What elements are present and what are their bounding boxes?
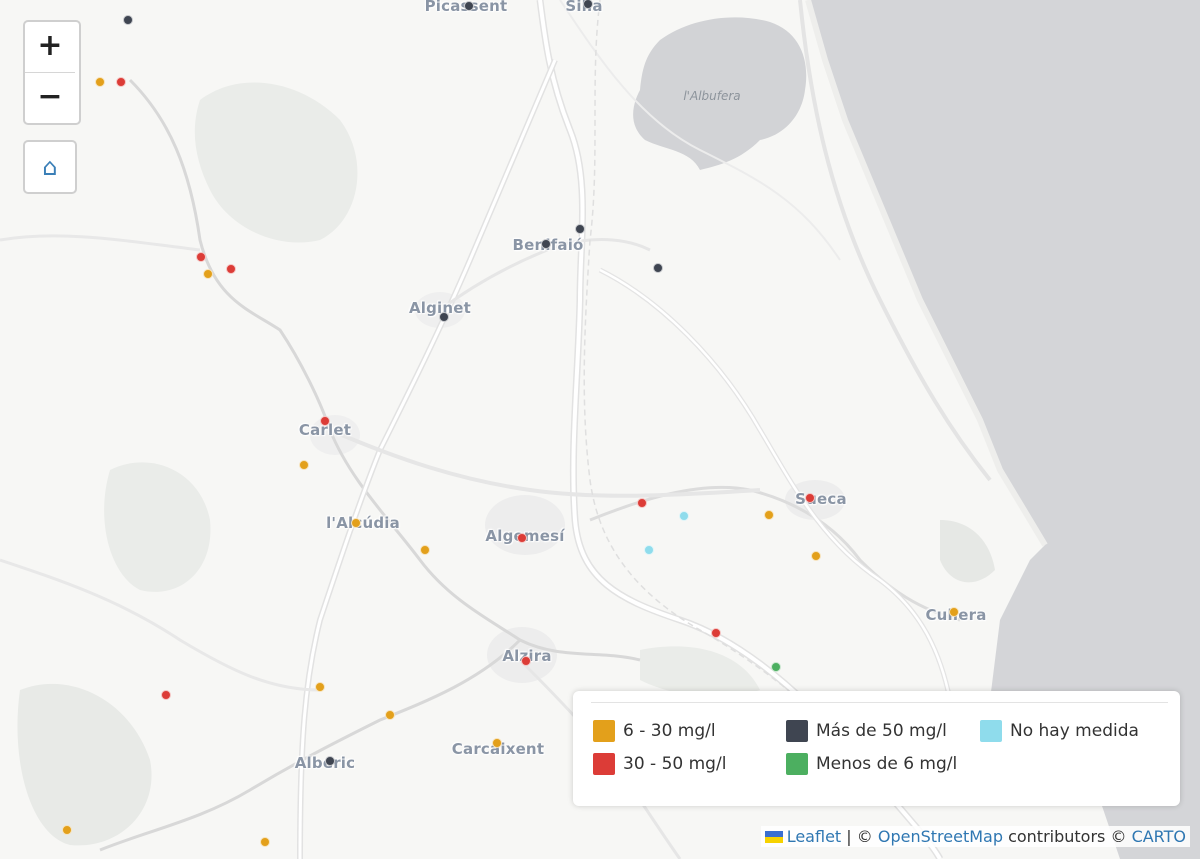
copyright-symbol: ©: [856, 827, 873, 846]
legend-item-6-30: 6 - 30 mg/l: [593, 720, 716, 742]
legend-swatch: [593, 753, 615, 775]
legend-label: No hay medida: [1010, 721, 1139, 741]
measurement-marker[interactable]: [521, 656, 531, 666]
place-label: Sueca: [795, 490, 847, 508]
legend: 6 - 30 mg/l 30 - 50 mg/l Más de 50 mg/l …: [573, 691, 1180, 806]
zoom-in-button[interactable]: +: [25, 22, 75, 72]
measurement-marker[interactable]: [679, 511, 689, 521]
carto-link[interactable]: CARTO: [1132, 827, 1186, 846]
attribution-separator: |: [846, 827, 852, 846]
legend-item-none: No hay medida: [980, 720, 1139, 742]
measurement-marker[interactable]: [764, 510, 774, 520]
measurement-marker[interactable]: [653, 263, 663, 273]
measurement-marker[interactable]: [320, 416, 330, 426]
legend-item-30-50: 30 - 50 mg/l: [593, 753, 726, 775]
park-area: [194, 82, 358, 243]
measurement-marker[interactable]: [385, 710, 395, 720]
legend-item-lt6: Menos de 6 mg/l: [786, 753, 957, 775]
measurement-marker[interactable]: [949, 607, 959, 617]
measurement-marker[interactable]: [351, 518, 361, 528]
measurement-marker[interactable]: [116, 77, 126, 87]
measurement-marker[interactable]: [95, 77, 105, 87]
home-icon: ⌂: [42, 153, 58, 181]
measurement-marker[interactable]: [771, 662, 781, 672]
legend-label: Más de 50 mg/l: [816, 721, 947, 741]
legend-swatch: [593, 720, 615, 742]
measurement-marker[interactable]: [517, 533, 527, 543]
attribution: Leaflet | © OpenStreetMap contributors ©…: [760, 826, 1190, 847]
ukraine-flag-icon: [764, 831, 783, 843]
openstreetmap-link[interactable]: OpenStreetMap: [878, 827, 1003, 846]
legend-item-gt50: Más de 50 mg/l: [786, 720, 947, 742]
road: [329, 428, 761, 498]
measurement-marker[interactable]: [644, 545, 654, 555]
measurement-marker[interactable]: [464, 1, 474, 11]
measurement-marker[interactable]: [196, 252, 206, 262]
home-button[interactable]: ⌂: [23, 140, 77, 194]
copyright-symbol: ©: [1110, 827, 1127, 846]
legend-swatch: [980, 720, 1002, 742]
lake-label: l'Albufera: [683, 89, 741, 103]
legend-divider: [591, 702, 1168, 703]
measurement-marker[interactable]: [805, 493, 815, 503]
measurement-marker[interactable]: [161, 690, 171, 700]
legend-swatch: [786, 720, 808, 742]
legend-swatch: [786, 753, 808, 775]
zoom-control: + −: [23, 20, 81, 125]
measurement-marker[interactable]: [711, 628, 721, 638]
legend-label: 6 - 30 mg/l: [623, 721, 716, 741]
place-label: l'Alcúdia: [326, 514, 400, 532]
measurement-marker[interactable]: [637, 498, 647, 508]
leaflet-link[interactable]: Leaflet: [787, 827, 841, 846]
measurement-marker[interactable]: [123, 15, 133, 25]
park-area: [104, 462, 211, 592]
measurement-marker[interactable]: [62, 825, 72, 835]
road: [0, 234, 201, 252]
park-area: [17, 683, 152, 846]
measurement-marker[interactable]: [575, 224, 585, 234]
contributors-text: contributors: [1008, 827, 1106, 846]
measurement-marker[interactable]: [260, 837, 270, 847]
measurement-marker[interactable]: [811, 551, 821, 561]
legend-label: 30 - 50 mg/l: [623, 754, 727, 774]
measurement-marker[interactable]: [226, 264, 236, 274]
measurement-marker[interactable]: [541, 239, 551, 249]
measurement-marker[interactable]: [325, 756, 335, 766]
legend-label: Menos de 6 mg/l: [816, 754, 958, 774]
measurement-marker[interactable]: [315, 682, 325, 692]
measurement-marker[interactable]: [203, 269, 213, 279]
map-canvas[interactable]: l'Albufera PicassentSillaBenifaióAlginet…: [0, 0, 1200, 859]
measurement-marker[interactable]: [420, 545, 430, 555]
park-area: [940, 520, 995, 583]
zoom-out-button[interactable]: −: [25, 72, 75, 123]
measurement-marker[interactable]: [299, 460, 309, 470]
measurement-marker[interactable]: [439, 312, 449, 322]
measurement-marker[interactable]: [492, 738, 502, 748]
